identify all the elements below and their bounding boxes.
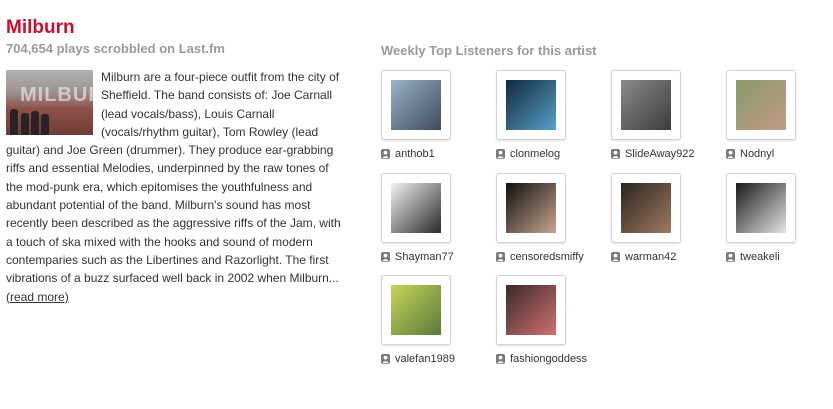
avatar-image [391,80,441,130]
avatar-image [736,183,786,233]
listener-name[interactable]: censoredsmiffy [510,251,584,263]
artist-image-watermark: MILBURN [20,84,93,106]
listener-name[interactable]: warman42 [625,251,676,263]
listener-card: SlideAway922 [611,70,721,160]
listener-name[interactable]: anthob1 [395,148,435,160]
user-icon [381,252,390,262]
user-icon [381,354,390,364]
avatar-image [506,285,556,335]
listener-name[interactable]: SlideAway922 [625,148,695,160]
listener-avatar[interactable] [496,275,566,345]
listener-name[interactable]: Nodnyl [740,148,774,160]
listener-avatar[interactable] [611,70,681,140]
listener-name[interactable]: valefan1989 [395,353,455,365]
listener-avatar[interactable] [381,70,451,140]
avatar-image [391,285,441,335]
user-icon [496,149,505,159]
user-icon [726,149,735,159]
listener-avatar[interactable] [381,275,451,345]
read-more-link[interactable]: (read more) [6,288,346,306]
listener-avatar[interactable] [611,173,681,243]
listener-name[interactable]: fashiongoddess [510,353,587,365]
user-icon [496,252,505,262]
listener-name[interactable]: clonmelog [510,148,560,160]
listener-card: Nodnyl [726,70,833,160]
avatar-image [506,80,556,130]
user-icon [381,149,390,159]
user-icon [496,354,505,364]
user-icon [726,252,735,262]
listener-avatar[interactable] [726,70,796,140]
listener-card: Shayman77 [381,173,491,263]
listener-card: censoredsmiffy [496,173,606,263]
artist-name[interactable]: Milburn [6,17,75,39]
listener-name[interactable]: Shayman77 [395,251,454,263]
listener-card: fashiongoddess [496,275,606,365]
avatar-image [621,183,671,233]
listener-avatar[interactable] [496,173,566,243]
listener-card: warman42 [611,173,721,263]
user-icon [611,149,620,159]
avatar-image [506,183,556,233]
plays-count: 704,654 plays scrobbled on Last.fm [6,41,225,56]
artist-image[interactable]: MILBURN [6,70,93,135]
listener-avatar[interactable] [381,173,451,243]
listener-avatar[interactable] [496,70,566,140]
avatar-image [736,80,786,130]
listener-name[interactable]: tweakeli [740,251,780,263]
listener-card: clonmelog [496,70,606,160]
listener-card: valefan1989 [381,275,491,365]
avatar-image [621,80,671,130]
listener-card: tweakeli [726,173,833,263]
listeners-heading: Weekly Top Listeners for this artist [381,43,597,58]
user-icon [611,252,620,262]
listener-avatar[interactable] [726,173,796,243]
listener-card: anthob1 [381,70,491,160]
artist-bio-section: MILBURN Milburn are a four-piece outfit … [6,68,346,306]
avatar-image [391,183,441,233]
